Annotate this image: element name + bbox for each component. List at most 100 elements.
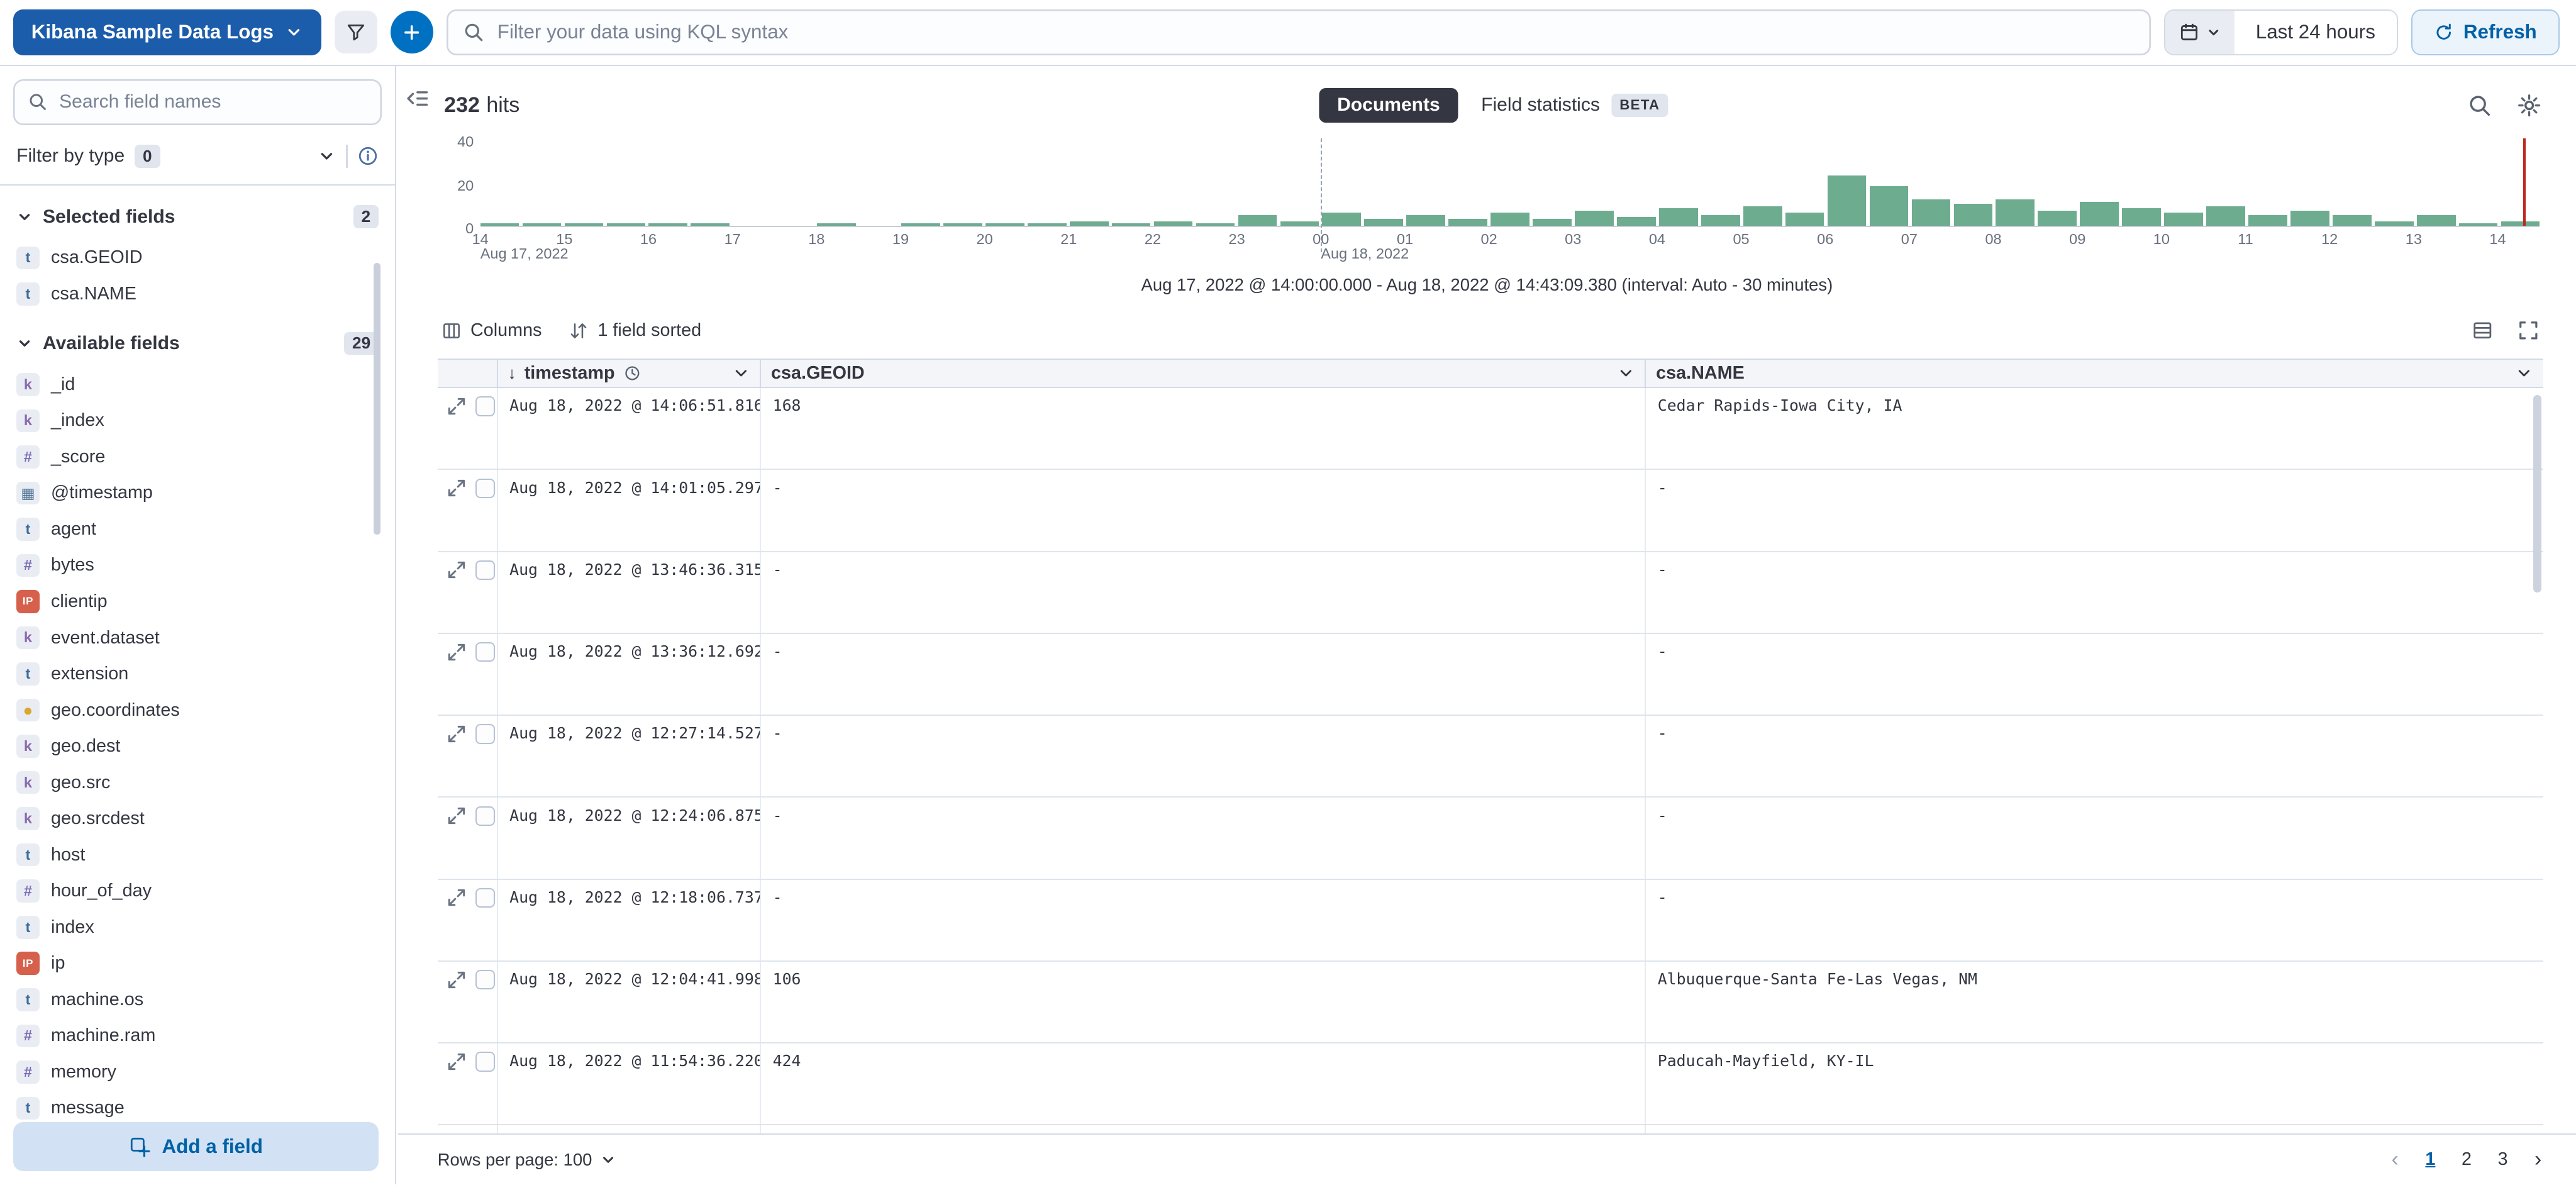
field-item[interactable]: k geo.srcdest — [16, 801, 379, 837]
topbar: Kibana Sample Data Logs Last 24 hours Re… — [0, 0, 2576, 66]
date-picker-calendar-button[interactable] — [2165, 11, 2235, 54]
field-item[interactable]: t extension — [16, 656, 379, 693]
field-item[interactable]: t machine.os — [16, 982, 379, 1018]
expand-document-button[interactable] — [446, 1050, 469, 1074]
field-item[interactable]: t csa.NAME — [16, 276, 379, 313]
histogram-bar — [2333, 215, 2372, 226]
header-csa-name-label: csa.NAME — [1656, 363, 1745, 384]
field-name: event.dataset — [51, 628, 160, 648]
expand-document-button[interactable] — [446, 968, 469, 991]
tab-documents[interactable]: Documents — [1319, 88, 1458, 123]
field-item[interactable]: k geo.dest — [16, 728, 379, 765]
field-item[interactable]: t agent — [16, 511, 379, 548]
header-timestamp[interactable]: ↓ timestamp — [497, 360, 760, 387]
sidebar-scrollbar[interactable] — [374, 263, 380, 535]
column-menu-chevron-icon[interactable] — [732, 364, 750, 382]
expand-icon — [446, 723, 467, 745]
row-checkbox[interactable] — [475, 1052, 495, 1071]
field-item[interactable]: IP ip — [16, 945, 379, 982]
time-range-button[interactable]: Last 24 hours — [2235, 11, 2397, 54]
row-checkbox[interactable] — [475, 724, 495, 743]
available-fields-header[interactable]: Available fields 29 — [16, 332, 379, 355]
sort-fields-button[interactable]: 1 field sorted — [568, 320, 701, 342]
row-checkbox[interactable] — [475, 642, 495, 662]
expand-document-button[interactable] — [446, 559, 469, 582]
info-icon[interactable] — [357, 145, 379, 167]
collapse-sidebar-button[interactable] — [404, 84, 434, 113]
previous-page-button[interactable]: ‹ — [2380, 1143, 2410, 1176]
field-item[interactable]: t index — [16, 909, 379, 945]
grid-scrollbar[interactable] — [2533, 395, 2541, 592]
hits-count: 232 hits — [444, 93, 519, 118]
pagination: ‹ 1 2 3 › — [2380, 1143, 2553, 1176]
field-name: machine.os — [51, 989, 143, 1010]
row-checkbox[interactable] — [475, 970, 495, 989]
row-checkbox[interactable] — [475, 479, 495, 498]
expand-document-button[interactable] — [446, 723, 469, 746]
histogram-bar — [1070, 221, 1109, 226]
field-item[interactable]: t host — [16, 837, 379, 873]
data-view-picker-button[interactable]: Kibana Sample Data Logs — [13, 9, 321, 55]
add-field-button[interactable]: Add a field — [13, 1122, 379, 1171]
filter-by-type-row[interactable]: Filter by type 0 — [16, 142, 379, 171]
histogram-bar — [1364, 219, 1403, 225]
page-button[interactable]: 1 — [2415, 1143, 2446, 1176]
expand-document-button[interactable] — [446, 804, 469, 828]
histogram-bar — [1280, 221, 1319, 226]
header-control-column — [438, 360, 497, 387]
column-menu-chevron-icon[interactable] — [2515, 364, 2533, 382]
header-csa-name[interactable]: csa.NAME — [1645, 360, 2543, 387]
field-type-icon: ▦ — [16, 482, 40, 505]
kql-query-input[interactable] — [497, 21, 2135, 43]
tab-field-statistics[interactable]: Field statistics BETA — [1481, 94, 1668, 116]
field-search-input[interactable] — [59, 91, 367, 113]
page-button[interactable]: 3 — [2487, 1143, 2519, 1176]
field-item[interactable]: k _index — [16, 403, 379, 439]
cell-timestamp: Aug 18, 2022 @ 12:18:06.737 — [497, 880, 760, 960]
field-item[interactable]: # _score — [16, 439, 379, 476]
x-axis-tick-label: 23 — [1229, 231, 1245, 248]
field-item[interactable]: k event.dataset — [16, 620, 379, 656]
field-item[interactable]: ▦ @timestamp — [16, 475, 379, 511]
expand-document-button[interactable] — [446, 640, 469, 664]
field-item[interactable]: ● geo.coordinates — [16, 692, 379, 728]
field-item[interactable]: # hour_of_day — [16, 873, 379, 910]
add-filter-button[interactable] — [391, 11, 433, 53]
expand-document-button[interactable] — [446, 477, 469, 500]
columns-button[interactable]: Columns — [441, 320, 542, 342]
saved-queries-button[interactable] — [335, 11, 377, 53]
next-page-button[interactable]: › — [2523, 1143, 2553, 1176]
x-axis-ticks: 14Aug 17, 202215161718192021222300Aug 18… — [480, 226, 2540, 265]
field-item[interactable]: IP clientip — [16, 584, 379, 620]
selected-fields-header[interactable]: Selected fields 2 — [16, 205, 379, 228]
field-item[interactable]: # bytes — [16, 547, 379, 584]
display-density-button[interactable] — [2471, 318, 2497, 344]
column-menu-chevron-icon[interactable] — [1617, 364, 1635, 382]
table-row: Aug 18, 2022 @ 11:28:37.886 538 Tulsa-Mu… — [438, 1125, 2543, 1133]
histogram-bar — [1659, 208, 1698, 226]
histogram-plot[interactable]: 14Aug 17, 202215161718192021222300Aug 18… — [480, 138, 2540, 227]
sort-icon — [568, 320, 589, 342]
header-csa-geoid[interactable]: csa.GEOID — [760, 360, 1645, 387]
inspect-button[interactable] — [2467, 92, 2494, 118]
field-item[interactable]: k geo.src — [16, 764, 379, 801]
field-name: extension — [51, 664, 128, 684]
row-checkbox[interactable] — [475, 888, 495, 908]
expand-document-button[interactable] — [446, 886, 469, 910]
field-item[interactable]: t message — [16, 1090, 379, 1127]
row-checkbox[interactable] — [475, 396, 495, 416]
field-item[interactable]: t csa.GEOID — [16, 240, 379, 276]
rows-per-page-button[interactable]: Rows per page: 100 — [438, 1150, 617, 1170]
expand-icon — [446, 559, 467, 581]
row-checkbox[interactable] — [475, 560, 495, 580]
fullscreen-button[interactable] — [2517, 318, 2543, 344]
page-button[interactable]: 2 — [2451, 1143, 2482, 1176]
refresh-button[interactable]: Refresh — [2411, 9, 2560, 55]
histogram-bar — [1912, 199, 1951, 226]
field-item[interactable]: # machine.ram — [16, 1018, 379, 1054]
field-item[interactable]: k _id — [16, 367, 379, 403]
field-item[interactable]: # memory — [16, 1054, 379, 1091]
row-checkbox[interactable] — [475, 806, 495, 826]
expand-document-button[interactable] — [446, 395, 469, 418]
chart-options-button[interactable] — [2517, 92, 2543, 118]
